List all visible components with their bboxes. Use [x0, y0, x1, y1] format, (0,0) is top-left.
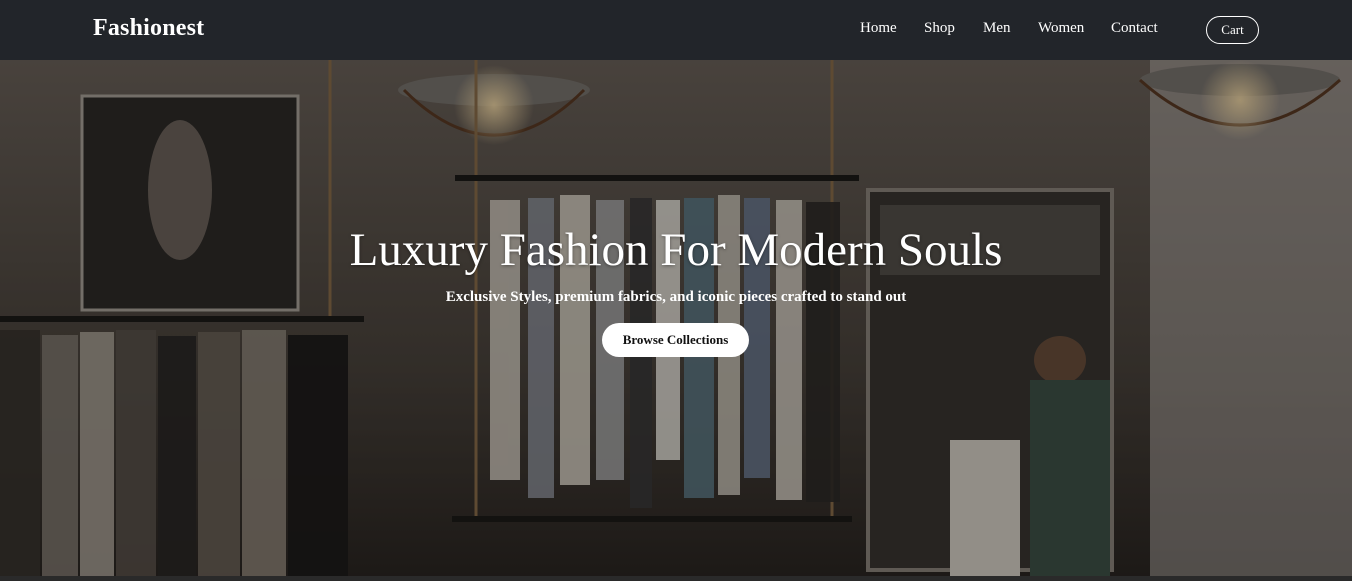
nav-links: Home Shop Men Women Contact: [0, 20, 1352, 40]
nav-link-men[interactable]: Men: [983, 20, 1011, 37]
nav-link-contact[interactable]: Contact: [1111, 20, 1158, 37]
hero-title: Luxury Fashion For Modern Souls: [349, 224, 1003, 276]
section-divider: [0, 576, 1352, 581]
top-navbar: Fashionest Home Shop Men Women Contact C…: [0, 0, 1352, 60]
hero-overlay: [0, 60, 1352, 576]
nav-link-women[interactable]: Women: [1038, 20, 1084, 37]
nav-link-shop[interactable]: Shop: [924, 20, 955, 37]
cart-button[interactable]: Cart: [1206, 16, 1259, 44]
nav-link-home[interactable]: Home: [860, 20, 897, 37]
hero-subtitle: Exclusive Styles, premium fabrics, and i…: [445, 289, 907, 305]
hero-section: Luxury Fashion For Modern Souls Exclusiv…: [0, 60, 1352, 576]
browse-collections-button[interactable]: Browse Collections: [602, 323, 749, 357]
